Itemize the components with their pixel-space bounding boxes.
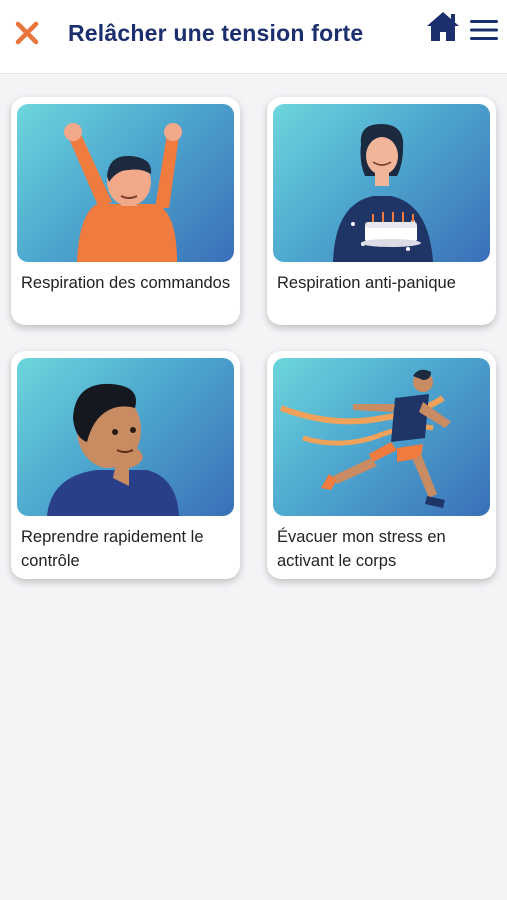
close-icon — [15, 21, 39, 45]
menu-button[interactable] — [468, 16, 500, 44]
home-button[interactable] — [425, 10, 461, 44]
page-title: Relâcher une tension forte — [68, 20, 364, 46]
exercise-card-label: Respiration anti-panique — [277, 274, 456, 292]
exercise-card-reprendre-controle[interactable]: Reprendre rapidement le contrôle — [11, 351, 240, 579]
woman-with-birthday-cake-illustration — [273, 104, 490, 262]
exercise-card-label: Évacuer mon stress en activant le corps — [277, 528, 446, 570]
exercise-card-respiration-anti-panique[interactable]: Respiration anti-panique — [267, 97, 496, 325]
close-button[interactable] — [12, 18, 42, 48]
man-thinking-illustration — [17, 358, 234, 516]
exercise-card-respiration-commandos[interactable]: Respiration des commandos — [11, 97, 240, 325]
home-icon — [427, 12, 459, 41]
runner-finish-line-illustration — [273, 358, 490, 516]
app-header: Relâcher une tension forte — [0, 0, 507, 74]
exercise-card-label: Respiration des commandos — [21, 274, 231, 292]
exercise-card-evacuer-stress[interactable]: Évacuer mon stress en activant le corps — [267, 351, 496, 579]
hamburger-menu-icon — [470, 20, 498, 40]
man-arms-raised-illustration — [17, 104, 234, 262]
exercise-card-label: Reprendre rapidement le contrôle — [21, 528, 204, 570]
